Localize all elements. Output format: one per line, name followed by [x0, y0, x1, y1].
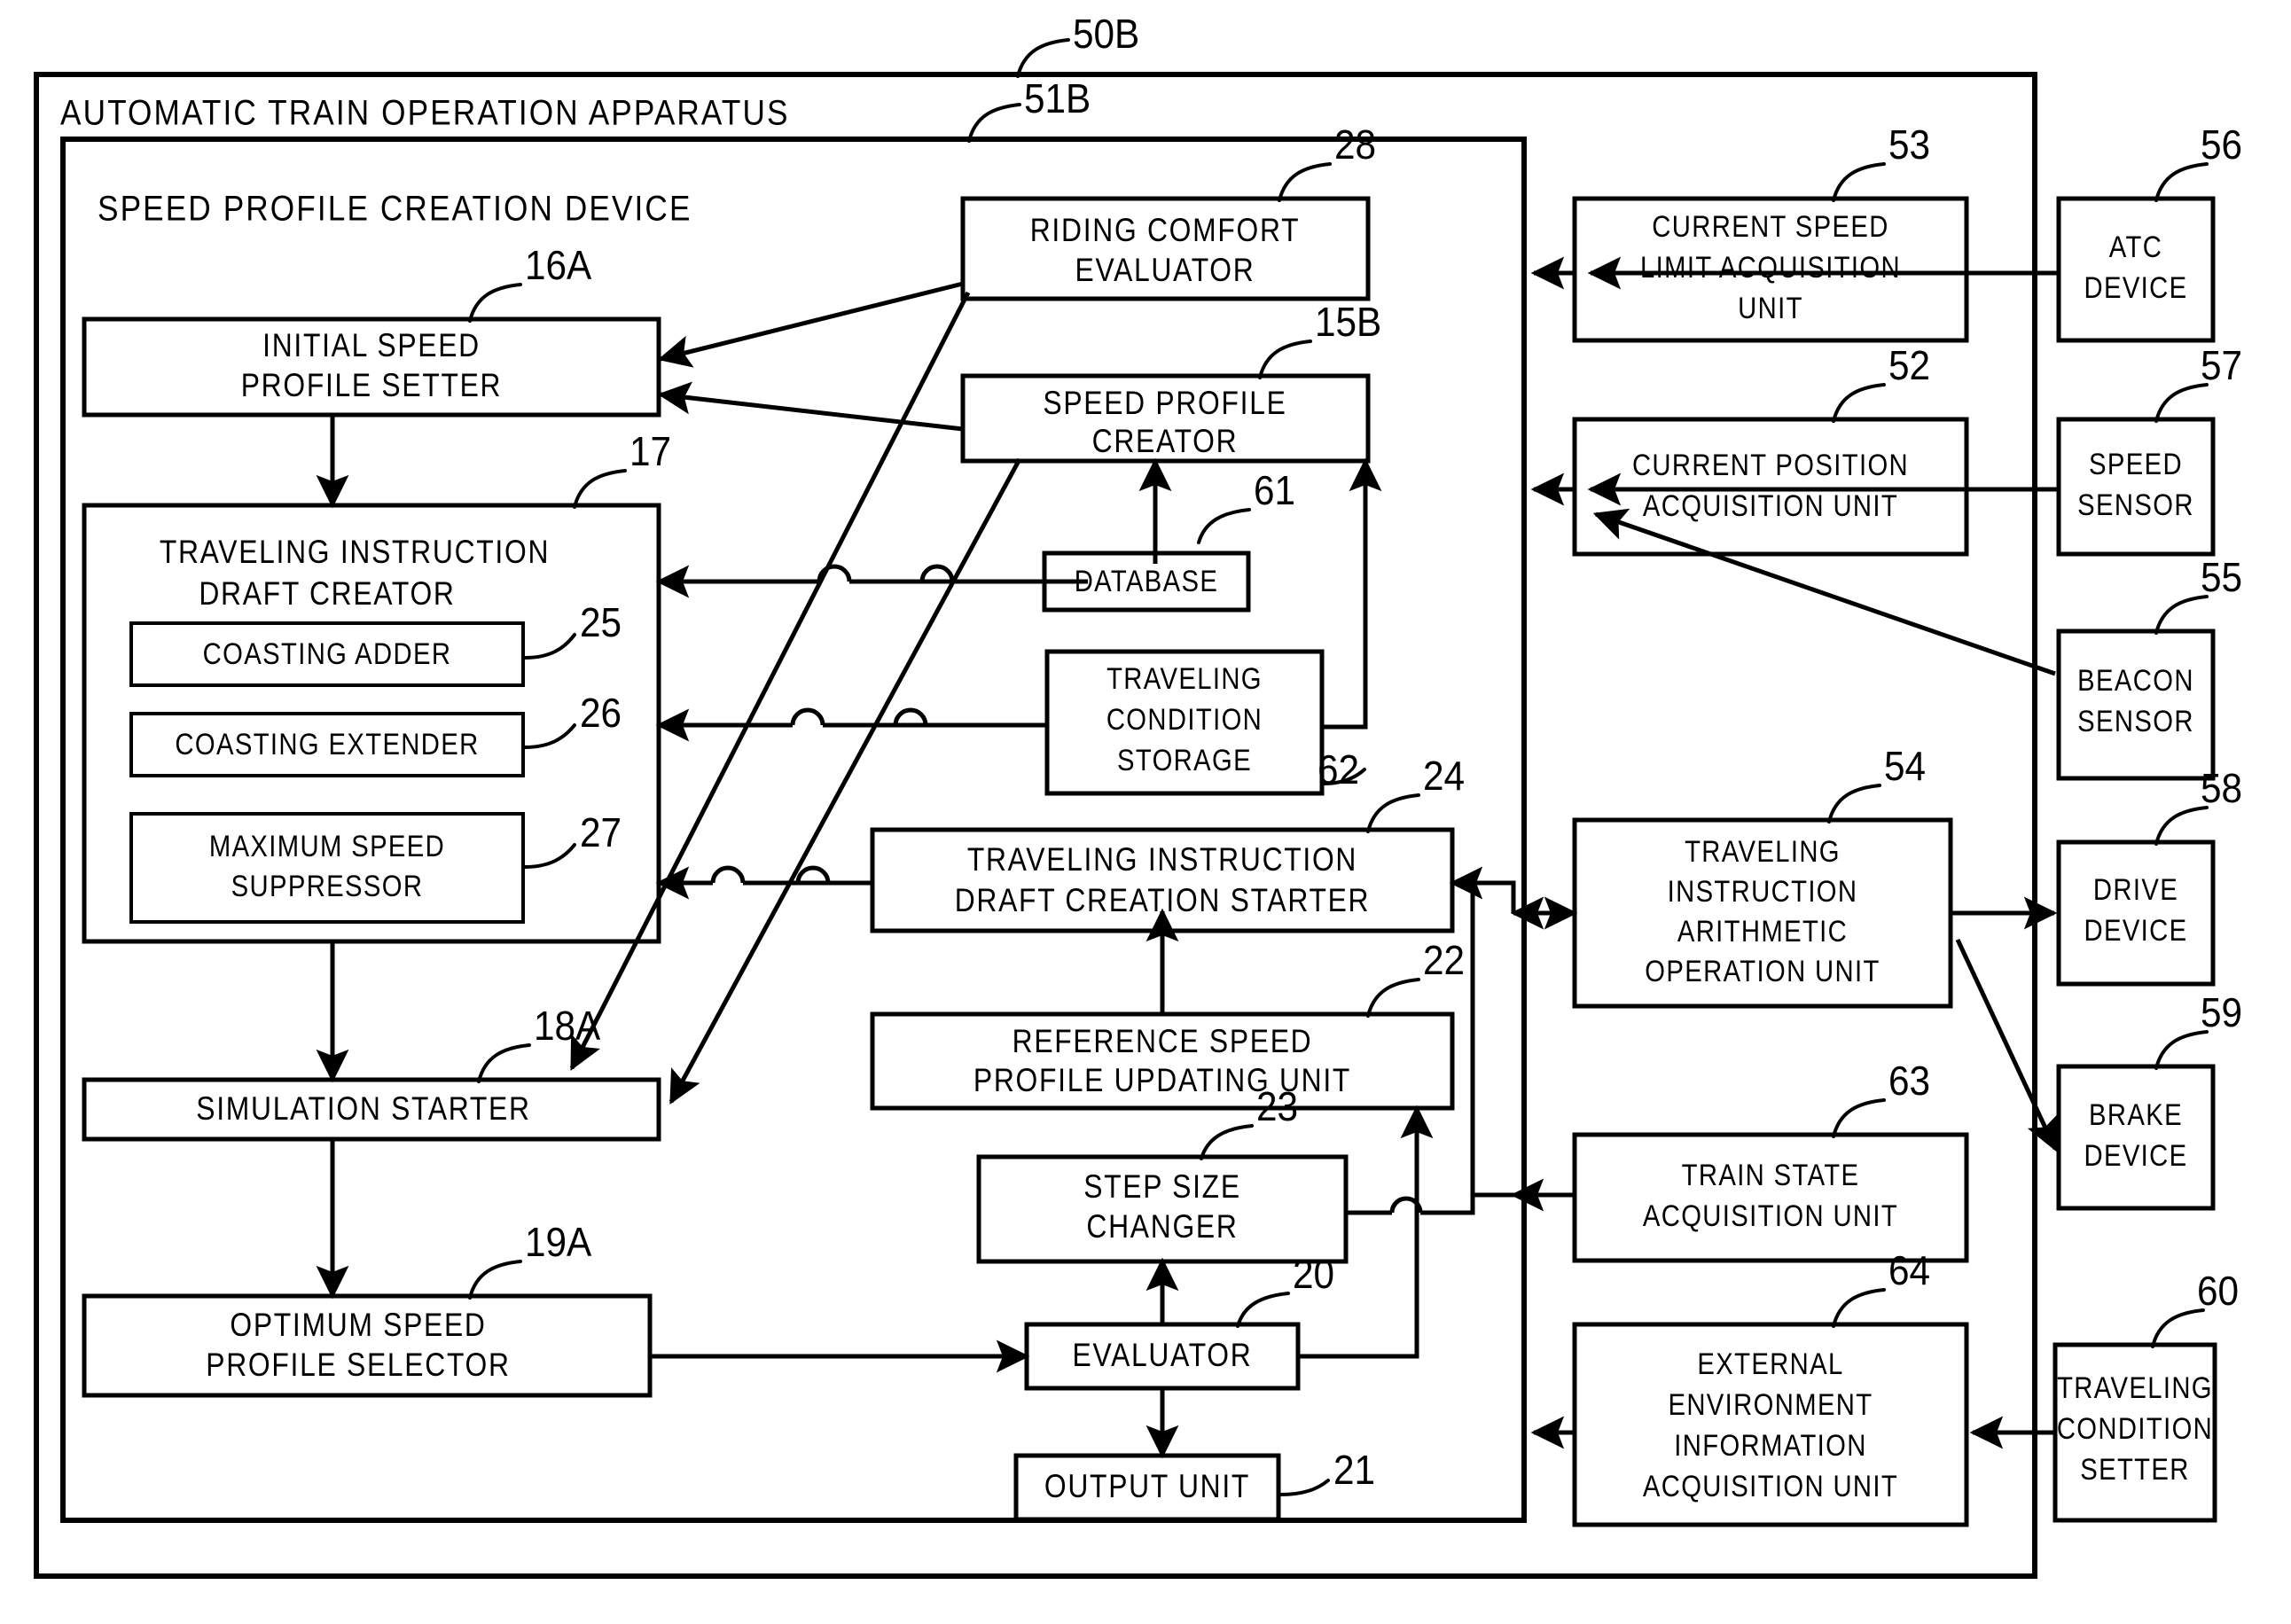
ref-58: 58 — [2201, 767, 2242, 812]
draft-creator-line1: TRAVELING INSTRUCTION — [160, 535, 550, 571]
beacon-sensor-line2: SENSOR — [2077, 704, 2194, 738]
max-speed-suppressor-line2: SUPPRESSOR — [231, 869, 424, 903]
ref-21: 21 — [1333, 1448, 1375, 1494]
external-env-line1: EXTERNAL — [1697, 1347, 1843, 1381]
condition-setter-line2: CONDITION — [2057, 1411, 2213, 1446]
block-diagram-svg: INITIAL SPEED PROFILE SETTER 16A TRAVELI… — [0, 0, 2291, 1624]
ref-53: 53 — [1888, 123, 1930, 168]
train-state-line2: ACQUISITION UNIT — [1643, 1198, 1898, 1233]
arith-unit-line1: TRAVELING — [1685, 834, 1841, 869]
inner-device-title: SPEED PROFILE CREATION DEVICE — [98, 188, 692, 228]
ref-24: 24 — [1423, 754, 1465, 800]
ref-62: 62 — [1318, 748, 1359, 793]
condition-storage-line1: TRAVELING — [1106, 661, 1263, 696]
speed-limit-unit-line2: LIMIT ACQUISITION — [1640, 250, 1901, 285]
ref-18a: 18A — [534, 1004, 601, 1050]
step-size-changer-line2: CHANGER — [1086, 1209, 1238, 1245]
riding-comfort-line2: EVALUATOR — [1075, 253, 1255, 289]
condition-storage-line3: STORAGE — [1117, 743, 1252, 777]
draft-creation-starter-line2: DRAFT CREATION STARTER — [955, 883, 1371, 919]
ref-50b: 50B — [1073, 12, 1139, 58]
ref-57: 57 — [2201, 344, 2242, 389]
position-unit-line2: ACQUISITION UNIT — [1643, 488, 1898, 523]
ref-26: 26 — [580, 691, 622, 737]
condition-storage-line2: CONDITION — [1106, 702, 1263, 737]
ref-54: 54 — [1884, 745, 1926, 790]
ref-23: 23 — [1256, 1085, 1298, 1130]
coasting-adder-label: COASTING ADDER — [203, 636, 452, 671]
drive-device-line1: DRIVE — [2093, 872, 2178, 907]
ref-28: 28 — [1334, 123, 1376, 168]
simulation-starter-label: SIMULATION STARTER — [196, 1091, 530, 1128]
ref-63: 63 — [1888, 1059, 1930, 1105]
ref-16a: 16A — [525, 244, 592, 289]
page-title: AUTOMATIC TRAIN OPERATION APPARATUS — [60, 92, 790, 132]
speed-profile-creator-line2: CREATOR — [1092, 424, 1239, 460]
database-label: DATABASE — [1075, 564, 1219, 598]
brake-device-line1: BRAKE — [2089, 1097, 2183, 1132]
ref-64: 64 — [1888, 1249, 1930, 1294]
ref-59: 59 — [2201, 991, 2242, 1036]
reference-updating-line1: REFERENCE SPEED — [1013, 1024, 1313, 1060]
initial-speed-profile-setter-line2: PROFILE SETTER — [241, 368, 503, 404]
coasting-extender-label: COASTING EXTENDER — [175, 727, 479, 761]
ref-15b: 15B — [1315, 301, 1381, 346]
ref-27: 27 — [580, 811, 622, 856]
initial-speed-profile-setter-line1: INITIAL SPEED — [262, 328, 481, 364]
atc-device-line1: ATC — [2109, 230, 2162, 264]
ref-52: 52 — [1888, 344, 1930, 389]
speed-sensor-line2: SENSOR — [2077, 488, 2194, 522]
external-env-line2: ENVIRONMENT — [1668, 1387, 1873, 1422]
optimum-selector-line1: OPTIMUM SPEED — [230, 1308, 486, 1344]
external-env-line4: ACQUISITION UNIT — [1643, 1469, 1898, 1503]
beacon-sensor-line1: BEACON — [2077, 663, 2194, 698]
drive-device-line2: DEVICE — [2084, 913, 2187, 948]
optimum-selector-line2: PROFILE SELECTOR — [206, 1347, 510, 1384]
max-speed-suppressor-line1: MAXIMUM SPEED — [209, 829, 445, 863]
position-unit-line1: CURRENT POSITION — [1632, 448, 1909, 482]
ref-61: 61 — [1254, 469, 1295, 514]
evaluator-label: EVALUATOR — [1073, 1338, 1253, 1374]
speed-limit-unit-line3: UNIT — [1738, 291, 1803, 325]
brake-device-line2: DEVICE — [2084, 1138, 2187, 1173]
ref-17: 17 — [629, 430, 671, 475]
train-state-line1: TRAIN STATE — [1682, 1158, 1860, 1192]
draft-creator-line2: DRAFT CREATOR — [199, 576, 455, 613]
ref-51b: 51B — [1024, 77, 1091, 122]
condition-setter-line3: SETTER — [2080, 1452, 2190, 1487]
arith-unit-line2: INSTRUCTION — [1668, 874, 1858, 909]
step-size-changer-line1: STEP SIZE — [1083, 1169, 1241, 1206]
output-unit-label: OUTPUT UNIT — [1044, 1469, 1250, 1505]
riding-comfort-line1: RIDING COMFORT — [1030, 213, 1301, 249]
draft-creation-starter-line1: TRAVELING INSTRUCTION — [967, 842, 1357, 878]
ref-25: 25 — [580, 601, 622, 646]
speed-sensor-line1: SPEED — [2089, 447, 2183, 481]
speed-profile-creator-line1: SPEED PROFILE — [1043, 386, 1286, 422]
arith-unit-line4: OPERATION UNIT — [1645, 954, 1880, 988]
atc-device-line2: DEVICE — [2084, 270, 2187, 305]
ref-56: 56 — [2201, 123, 2242, 168]
ref-22: 22 — [1423, 939, 1465, 984]
ref-55: 55 — [2201, 556, 2242, 601]
ref-60: 60 — [2197, 1269, 2239, 1315]
arith-unit-line3: ARITHMETIC — [1677, 914, 1848, 949]
external-env-line3: INFORMATION — [1674, 1428, 1866, 1463]
condition-setter-line1: TRAVELING — [2057, 1370, 2213, 1405]
diagram-canvas: INITIAL SPEED PROFILE SETTER 16A TRAVELI… — [0, 0, 2291, 1624]
ref-19a: 19A — [525, 1221, 592, 1266]
ref-20: 20 — [1293, 1253, 1334, 1298]
speed-limit-unit-line1: CURRENT SPEED — [1652, 209, 1888, 244]
